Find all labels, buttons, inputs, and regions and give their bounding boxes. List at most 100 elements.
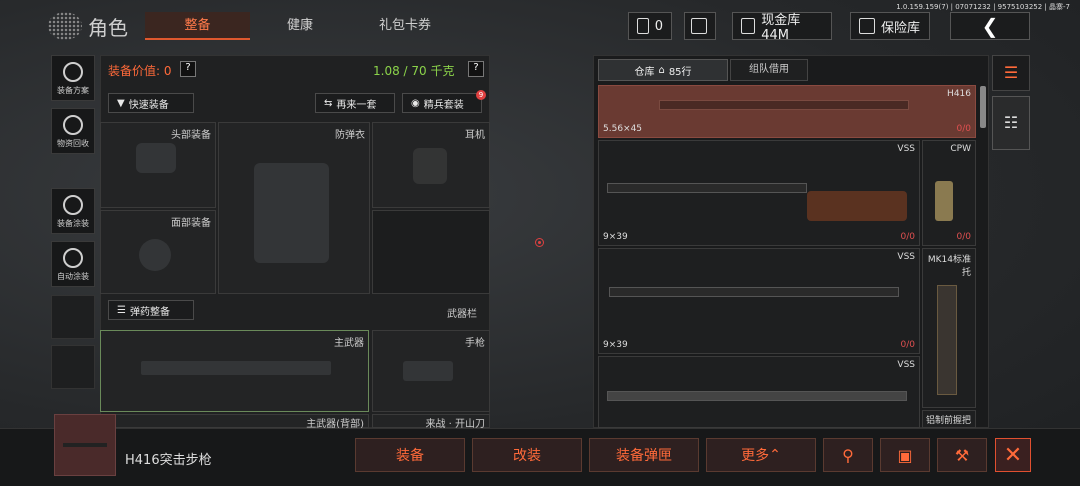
item-name: H416: [947, 89, 971, 99]
equip-value: 装备价值: 0: [108, 64, 172, 78]
help-icon[interactable]: ?: [180, 61, 196, 77]
close-button[interactable]: ✕: [995, 438, 1031, 472]
headset-slot[interactable]: 耳机: [372, 122, 490, 208]
tab-gift-cards[interactable]: 礼包卡券: [355, 12, 455, 40]
shirt-icon: ▼: [117, 97, 125, 109]
pistol-slot[interactable]: 手枪: [372, 330, 490, 412]
item-count: 0/0: [956, 232, 971, 242]
primary-weapon-slot[interactable]: 主武器: [100, 330, 369, 412]
sidebar-label: 自动涂装: [57, 272, 89, 281]
sort-layers-button[interactable]: ☰: [992, 55, 1030, 91]
box-icon: ▣: [897, 445, 913, 465]
stock-icon: [937, 285, 957, 395]
pistol-icon: [403, 361, 453, 381]
ticket-counter[interactable]: 0: [628, 12, 672, 40]
camo-rifle-icon: [607, 391, 907, 401]
item-name: VSS: [897, 252, 915, 262]
vault-icon: [741, 18, 756, 34]
tab-team-borrow[interactable]: 组队借用: [730, 59, 808, 81]
skin-icon: [63, 195, 83, 215]
armor-label: 防弹衣: [335, 130, 365, 141]
recycle-icon: [63, 115, 83, 135]
primary-label: 主武器: [334, 338, 364, 349]
cart-icon: ⚒: [954, 445, 970, 465]
more-button[interactable]: 更多 ⌃: [706, 438, 816, 472]
weight-readout: 1.08 / 70 千克: [373, 64, 455, 78]
quick-equip-label: 快速装备: [128, 99, 169, 111]
swap-icon: ⇆: [324, 97, 333, 109]
item-count: 0/0: [900, 232, 915, 242]
equip-button[interactable]: 装备: [355, 438, 465, 472]
primary-back-slot[interactable]: 主武器(背部): [100, 414, 369, 430]
cash-vault-button[interactable]: 现金库 44M: [732, 12, 832, 43]
warehouse-tab-label: 仓库: [634, 66, 655, 78]
warehouse-item-vss[interactable]: VSS 9×39 0/0: [598, 140, 920, 246]
warehouse-item-grip[interactable]: 铝制前握把: [922, 410, 976, 428]
stack-download-icon: ☷: [1003, 113, 1019, 132]
warehouse-item-vss-2[interactable]: VSS 9×39 0/0: [598, 248, 920, 354]
elite-set-label: 精兵套装: [423, 99, 464, 111]
stash-layer-button[interactable]: ☷: [992, 96, 1030, 150]
warehouse-item-cpw[interactable]: CPW 0/0: [922, 140, 976, 246]
shield-icon: ◉: [411, 97, 420, 109]
selected-item-thumbnail[interactable]: [54, 414, 116, 476]
face-label: 面部装备: [171, 218, 211, 229]
wood-stock-icon: [807, 191, 907, 221]
sidebar-empty-slot: [51, 295, 95, 339]
tab-health[interactable]: 健康: [255, 12, 345, 40]
item-name: 铝制前握把: [925, 416, 971, 426]
weight-help-icon[interactable]: ?: [468, 61, 484, 77]
equip-magazine-button[interactable]: 装备弹匣: [589, 438, 699, 472]
tab-equip[interactable]: 整备: [145, 12, 250, 40]
sidebar-item-skin[interactable]: 装备涂装: [51, 188, 95, 234]
armor-slot[interactable]: 防弹衣: [218, 122, 370, 294]
melee-slot[interactable]: 来战 · 开山刀: [372, 414, 490, 430]
face-slot[interactable]: 面部装备: [100, 210, 216, 294]
ammo-prep-button[interactable]: ☰ 弹药整备: [108, 300, 194, 320]
cart-button[interactable]: ⚒: [937, 438, 987, 472]
sidebar-item-recycle[interactable]: 物资回收: [51, 108, 95, 154]
loadout-icon: [63, 62, 83, 82]
safe-label: 保险库: [881, 20, 921, 36]
warehouse-item-h416[interactable]: H416 5.56×45 0/0: [598, 85, 976, 138]
back-button[interactable]: ❮: [950, 12, 1030, 40]
tab-warehouse[interactable]: 仓库 ⌂ 85行: [598, 59, 728, 81]
warehouse-item-vss-3[interactable]: VSS: [598, 356, 920, 428]
sidebar-label: 装备方案: [57, 86, 89, 95]
sidebar-label: 物资回收: [57, 139, 89, 148]
elite-set-button[interactable]: ◉ 精兵套装: [402, 93, 482, 113]
warehouse-scrollbar[interactable]: [980, 86, 986, 128]
rifle-icon: [659, 100, 909, 110]
trader-button[interactable]: [684, 12, 716, 40]
modify-button[interactable]: 改装: [472, 438, 582, 472]
item-name: MK14标准托: [927, 255, 971, 278]
cash-label: 现金库 44M: [761, 13, 801, 43]
repeat-set-button[interactable]: ⇆ 再来一套: [315, 93, 395, 113]
item-caliber: 9×39: [603, 232, 628, 242]
vest-icon: [254, 163, 329, 263]
cpw-icon: [935, 181, 953, 221]
search-button[interactable]: ⚲: [823, 438, 873, 472]
top-bar: 角色 整备 健康 礼包卡券 1.0.159.159(7) | 07071232 …: [0, 0, 1080, 52]
sidebar-empty-slot: [51, 345, 95, 389]
item-name: VSS: [897, 144, 915, 154]
head-slot[interactable]: 头部装备: [100, 122, 216, 208]
sidebar-item-loadout[interactable]: 装备方案: [51, 55, 95, 101]
item-caliber: 5.56×45: [603, 124, 643, 134]
quick-equip-button[interactable]: ▼ 快速装备: [108, 93, 194, 113]
trader-icon: [691, 18, 707, 34]
ammo-prep-label: 弹药整备: [129, 306, 170, 318]
headset-label: 耳机: [465, 130, 485, 141]
repeat-set-label: 再来一套: [336, 99, 377, 111]
item-name: CPW: [950, 144, 971, 154]
storage-button[interactable]: ▣: [880, 438, 930, 472]
pistol-label: 手枪: [465, 338, 485, 349]
warehouse-count: 85行: [668, 66, 692, 78]
warehouse-item-mk14-stock[interactable]: MK14标准托: [922, 248, 976, 408]
safe-button[interactable]: 保险库: [850, 12, 930, 40]
auto-skin-icon: [63, 248, 83, 268]
sidebar-item-auto-skin[interactable]: 自动涂装: [51, 241, 95, 287]
rifle-icon: [607, 183, 807, 193]
safe-icon: [859, 18, 875, 34]
ticket-icon: [637, 18, 649, 34]
